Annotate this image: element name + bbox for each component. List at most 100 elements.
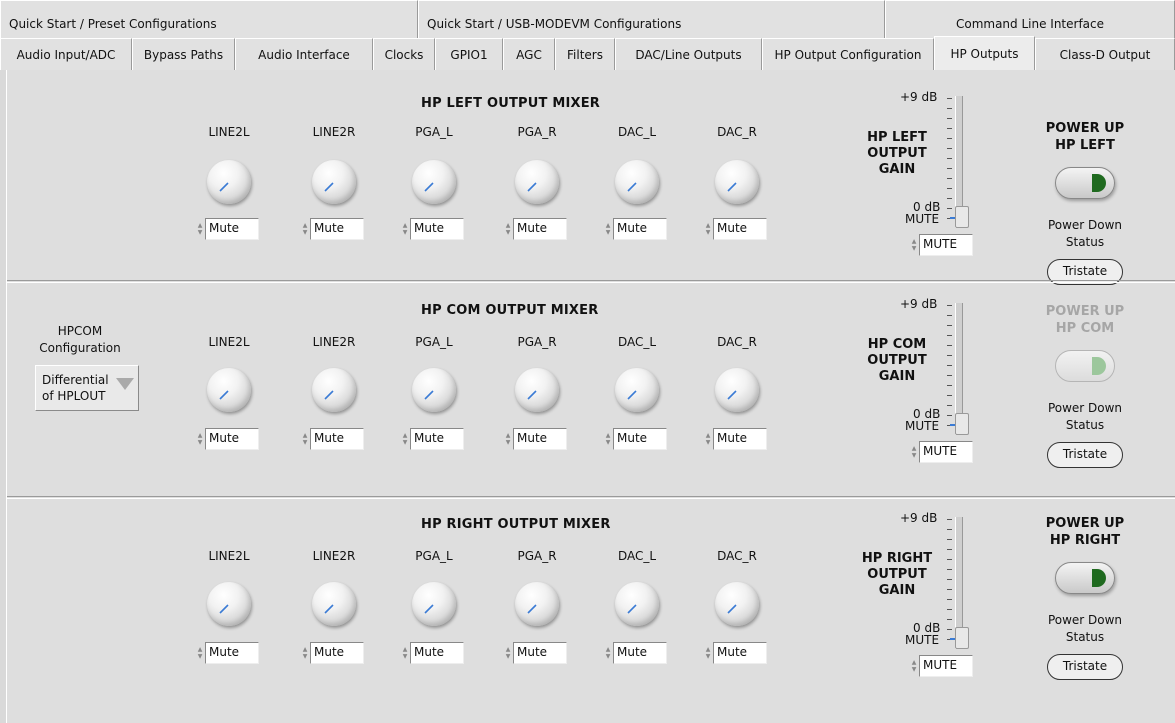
gain-value-control[interactable]: ▲ ▼ MUTE — [909, 655, 973, 677]
spin-arrows-icon[interactable]: ▲ ▼ — [503, 218, 513, 240]
spin-arrows-icon[interactable]: ▲ ▼ — [400, 218, 410, 240]
tab-audio-input-adc[interactable]: Audio Input/ADC — [0, 38, 132, 70]
mixer-value-field[interactable]: Mute — [205, 218, 259, 240]
spin-arrows-icon[interactable]: ▲ ▼ — [300, 218, 310, 240]
tab-gpio1[interactable]: GPIO1 — [435, 38, 503, 70]
spin-arrows-icon[interactable]: ▲ ▼ — [909, 655, 919, 677]
mixer-value-control[interactable]: ▲ ▼ Mute — [603, 218, 667, 240]
tab-command-line-interface[interactable]: Command Line Interface — [885, 0, 1175, 38]
tab-agc[interactable]: AGC — [503, 38, 555, 70]
mixer-value-field[interactable]: Mute — [310, 642, 364, 664]
mixer-value-control[interactable]: ▲ ▼ Mute — [703, 642, 767, 664]
tab-hp-output-configuration[interactable]: HP Output Configuration — [762, 38, 934, 70]
mixer-value-control[interactable]: ▲ ▼ Mute — [195, 218, 259, 240]
gain-knob-pga_r[interactable] — [515, 368, 559, 412]
mixer-value-field[interactable]: Mute — [310, 428, 364, 450]
mixer-value-field[interactable]: Mute — [613, 428, 667, 450]
gain-slider-thumb[interactable] — [950, 627, 969, 649]
spin-arrows-icon[interactable]: ▲ ▼ — [703, 218, 713, 240]
mixer-value-field[interactable]: Mute — [410, 218, 464, 240]
mixer-value-control[interactable]: ▲ ▼ Mute — [400, 428, 464, 450]
tab-class-d-output[interactable]: Class-D Output — [1035, 38, 1175, 70]
gain-knob-line2r[interactable] — [312, 582, 356, 626]
mixer-value-control[interactable]: ▲ ▼ Mute — [400, 218, 464, 240]
spin-arrows-icon[interactable]: ▲ ▼ — [195, 642, 205, 664]
mixer-value-control[interactable]: ▲ ▼ Mute — [503, 218, 567, 240]
gain-knob-pga_l[interactable] — [412, 368, 456, 412]
mixer-value-control[interactable]: ▲ ▼ Mute — [300, 642, 364, 664]
mixer-value-field[interactable]: Mute — [713, 218, 767, 240]
tab-clocks[interactable]: Clocks — [373, 38, 435, 70]
power-up-button[interactable] — [1055, 350, 1115, 382]
gain-knob-dac_l[interactable] — [615, 368, 659, 412]
spin-arrows-icon[interactable]: ▲ ▼ — [603, 642, 613, 664]
mixer-value-control[interactable]: ▲ ▼ Mute — [300, 428, 364, 450]
spin-arrows-icon[interactable]: ▲ ▼ — [603, 428, 613, 450]
mixer-value-field[interactable]: Mute — [613, 642, 667, 664]
gain-knob-dac_r[interactable] — [715, 368, 759, 412]
tab-hp-outputs[interactable]: HP Outputs — [934, 36, 1035, 72]
spin-arrows-icon[interactable]: ▲ ▼ — [603, 218, 613, 240]
spin-arrows-icon[interactable]: ▲ ▼ — [503, 642, 513, 664]
mixer-value-field[interactable]: Mute — [713, 642, 767, 664]
gain-knob-dac_r[interactable] — [715, 582, 759, 626]
spin-arrows-icon[interactable]: ▲ ▼ — [909, 441, 919, 463]
mixer-value-field[interactable]: Mute — [713, 428, 767, 450]
gain-slider-thumb[interactable] — [950, 413, 969, 435]
gain-value-control[interactable]: ▲ ▼ MUTE — [909, 441, 973, 463]
gain-knob-pga_l[interactable] — [412, 160, 456, 204]
spin-arrows-icon[interactable]: ▲ ▼ — [195, 428, 205, 450]
spin-arrows-icon[interactable]: ▲ ▼ — [195, 218, 205, 240]
mixer-value-control[interactable]: ▲ ▼ Mute — [300, 218, 364, 240]
gain-knob-dac_l[interactable] — [615, 582, 659, 626]
gain-knob-pga_l[interactable] — [412, 582, 456, 626]
tab-filters[interactable]: Filters — [555, 38, 615, 70]
gain-value-control[interactable]: ▲ ▼ MUTE — [909, 234, 973, 256]
spin-arrows-icon[interactable]: ▲ ▼ — [503, 428, 513, 450]
power-up-button[interactable] — [1055, 562, 1115, 594]
gain-knob-line2r[interactable] — [312, 368, 356, 412]
mixer-value-field[interactable]: Mute — [513, 642, 567, 664]
spin-arrows-icon[interactable]: ▲ ▼ — [703, 428, 713, 450]
mixer-value-field[interactable]: Mute — [205, 642, 259, 664]
gain-knob-line2l[interactable] — [207, 160, 251, 204]
mixer-value-control[interactable]: ▲ ▼ Mute — [603, 642, 667, 664]
mixer-value-control[interactable]: ▲ ▼ Mute — [703, 218, 767, 240]
spin-arrows-icon[interactable]: ▲ ▼ — [703, 642, 713, 664]
spin-arrows-icon[interactable]: ▲ ▼ — [909, 234, 919, 256]
tab-dac-line-outputs[interactable]: DAC/Line Outputs — [615, 38, 762, 70]
mixer-value-field[interactable]: Mute — [513, 428, 567, 450]
gain-slider-thumb[interactable] — [950, 206, 969, 228]
hpcom-config-dropdown[interactable]: Differential of HPLOUT — [35, 365, 139, 411]
spin-arrows-icon[interactable]: ▲ ▼ — [300, 428, 310, 450]
gain-knob-line2l[interactable] — [207, 368, 251, 412]
mixer-value-field[interactable]: Mute — [205, 428, 259, 450]
tab-quick-start-preset[interactable]: Quick Start / Preset Configurations — [0, 0, 418, 38]
gain-knob-pga_r[interactable] — [515, 160, 559, 204]
gain-knob-pga_r[interactable] — [515, 582, 559, 626]
gain-knob-line2l[interactable] — [207, 582, 251, 626]
tab-quick-start-usb-modevm[interactable]: Quick Start / USB-MODEVM Configurations — [418, 0, 885, 38]
mixer-value-field[interactable]: Mute — [310, 218, 364, 240]
mixer-value-control[interactable]: ▲ ▼ Mute — [703, 428, 767, 450]
mixer-value-control[interactable]: ▲ ▼ Mute — [195, 428, 259, 450]
gain-value-field[interactable]: MUTE — [919, 441, 973, 463]
power-up-button[interactable] — [1055, 167, 1115, 199]
mixer-value-field[interactable]: Mute — [410, 428, 464, 450]
tab-audio-interface[interactable]: Audio Interface — [235, 38, 373, 70]
tab-bypass-paths[interactable]: Bypass Paths — [132, 38, 235, 70]
gain-knob-dac_r[interactable] — [715, 160, 759, 204]
gain-value-field[interactable]: MUTE — [919, 234, 973, 256]
mixer-value-field[interactable]: Mute — [513, 218, 567, 240]
mixer-value-field[interactable]: Mute — [410, 642, 464, 664]
mixer-value-control[interactable]: ▲ ▼ Mute — [603, 428, 667, 450]
gain-value-field[interactable]: MUTE — [919, 655, 973, 677]
mixer-value-field[interactable]: Mute — [613, 218, 667, 240]
mixer-value-control[interactable]: ▲ ▼ Mute — [195, 642, 259, 664]
spin-arrows-icon[interactable]: ▲ ▼ — [400, 428, 410, 450]
gain-knob-dac_l[interactable] — [615, 160, 659, 204]
mixer-value-control[interactable]: ▲ ▼ Mute — [503, 428, 567, 450]
mixer-value-control[interactable]: ▲ ▼ Mute — [400, 642, 464, 664]
spin-arrows-icon[interactable]: ▲ ▼ — [400, 642, 410, 664]
spin-arrows-icon[interactable]: ▲ ▼ — [300, 642, 310, 664]
